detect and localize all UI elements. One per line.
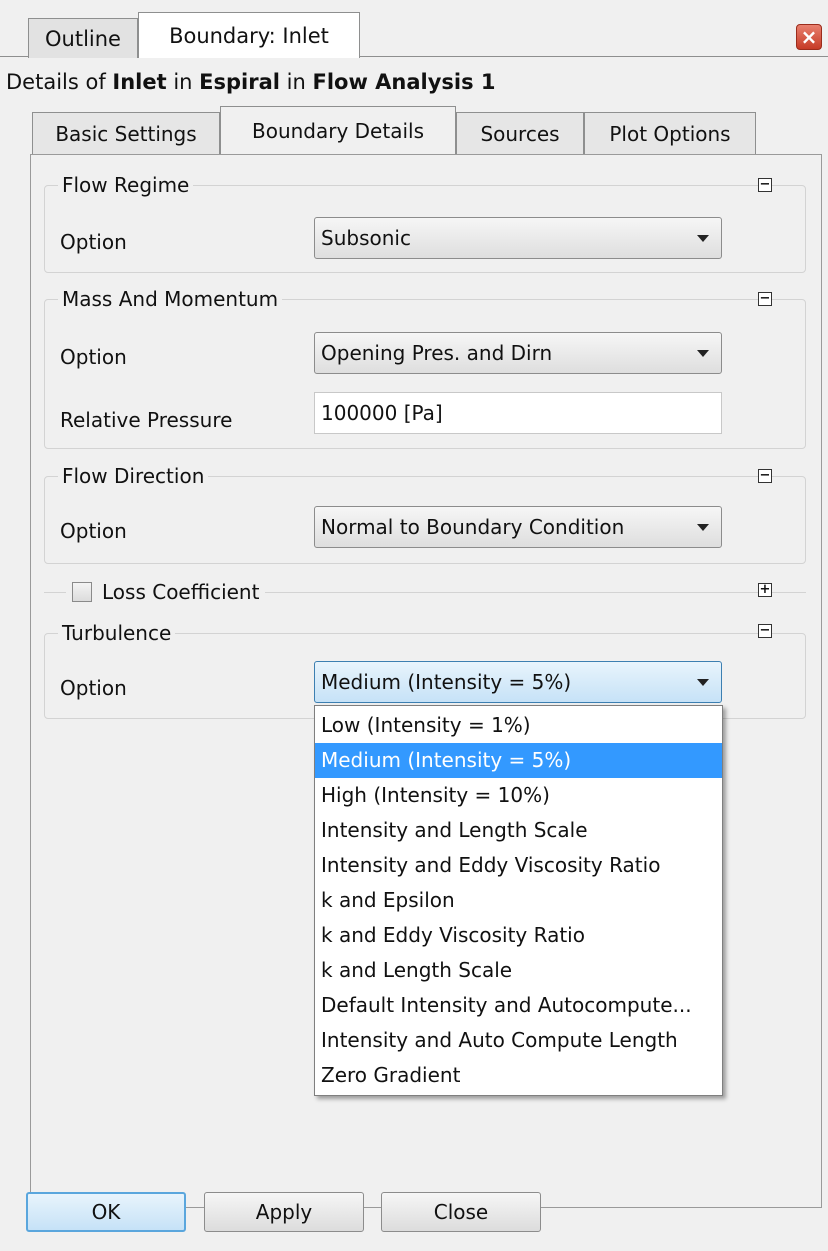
collapse-icon[interactable]: − [758, 624, 772, 638]
tab-boundary-details[interactable]: Boundary Details [220, 106, 456, 154]
tab-outline[interactable]: Outline [28, 18, 138, 58]
chevron-down-icon [697, 679, 709, 686]
chevron-down-icon [697, 235, 709, 242]
loss-coefficient-title: Loss Coefficient [102, 580, 260, 604]
dropdown-option[interactable]: Intensity and Length Scale [315, 813, 722, 848]
dropdown-option[interactable]: Zero Gradient [315, 1058, 722, 1093]
turbulence-title: Turbulence [58, 621, 176, 645]
tab-basic-settings[interactable]: Basic Settings [32, 112, 220, 154]
turbulence-option-select[interactable]: Medium (Intensity = 5%) [314, 661, 722, 703]
tab-boundary-inlet[interactable]: Boundary: Inlet [138, 12, 360, 58]
flow-regime-option-label: Option [60, 230, 127, 254]
dropdown-option[interactable]: Low (Intensity = 1%) [315, 708, 722, 743]
turbulence-option-dropdown: Low (Intensity = 1%) Medium (Intensity =… [314, 705, 723, 1096]
dropdown-option[interactable]: k and Length Scale [315, 953, 722, 988]
dropdown-option[interactable]: k and Eddy Viscosity Ratio [315, 918, 722, 953]
apply-button[interactable]: Apply [204, 1192, 364, 1232]
mass-momentum-option-label: Option [60, 345, 127, 369]
dropdown-option[interactable]: Intensity and Eddy Viscosity Ratio [315, 848, 722, 883]
loss-coefficient-header: Loss Coefficient [66, 580, 266, 604]
tab-plot-options[interactable]: Plot Options [584, 112, 756, 154]
collapse-icon[interactable]: − [758, 292, 772, 306]
flow-direction-title: Flow Direction [58, 464, 209, 488]
flow-regime-title: Flow Regime [58, 173, 194, 197]
tab-outline-label: Outline [45, 26, 121, 51]
dropdown-option[interactable]: k and Epsilon [315, 883, 722, 918]
close-icon[interactable]: × [796, 24, 822, 50]
mass-momentum-option-select[interactable]: Opening Pres. and Dirn [314, 332, 722, 374]
dropdown-option-selected[interactable]: Medium (Intensity = 5%) [315, 743, 722, 778]
relative-pressure-label: Relative Pressure [60, 408, 233, 432]
ok-button[interactable]: OK [26, 1192, 186, 1232]
collapse-icon[interactable]: − [758, 469, 772, 483]
turbulence-option-label: Option [60, 676, 127, 700]
tab-sources[interactable]: Sources [456, 112, 584, 154]
tab-boundary-label: Boundary: Inlet [169, 23, 329, 48]
flow-regime-option-select[interactable]: Subsonic [314, 217, 722, 259]
loss-coefficient-checkbox[interactable] [72, 582, 92, 602]
relative-pressure-input[interactable]: 100000 [Pa] [314, 392, 722, 434]
dropdown-option[interactable]: High (Intensity = 10%) [315, 778, 722, 813]
close-button[interactable]: Close [381, 1192, 541, 1232]
dropdown-option[interactable]: Intensity and Auto Compute Length [315, 1023, 722, 1058]
dropdown-option[interactable]: Default Intensity and Autocompute... [315, 988, 722, 1023]
details-heading: Details of Inlet in Espiral in Flow Anal… [6, 70, 496, 94]
chevron-down-icon [697, 524, 709, 531]
flow-direction-option-label: Option [60, 519, 127, 543]
collapse-icon[interactable]: − [758, 178, 772, 192]
chevron-down-icon [697, 350, 709, 357]
mass-momentum-title: Mass And Momentum [58, 287, 283, 311]
expand-icon[interactable]: + [758, 583, 772, 597]
flow-direction-option-select[interactable]: Normal to Boundary Condition [314, 506, 722, 548]
